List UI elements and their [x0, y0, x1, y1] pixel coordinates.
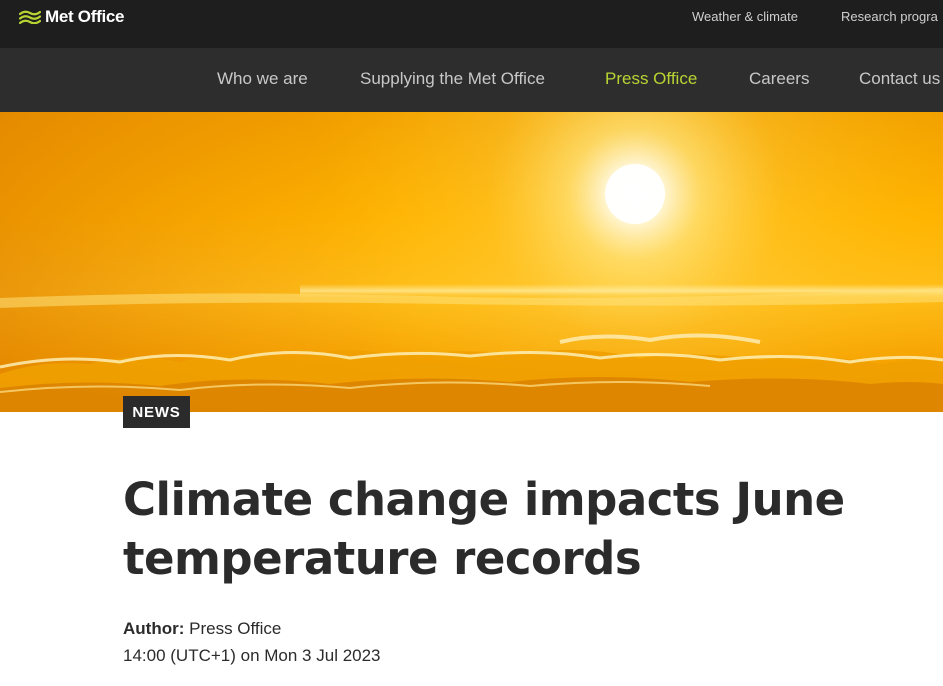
- main-navigation: Who we are Supplying the Met Office Pres…: [0, 48, 943, 112]
- category-tag[interactable]: NEWS: [123, 396, 190, 428]
- met-office-logo-icon: [19, 10, 41, 24]
- brand-name: Met Office: [45, 7, 125, 26]
- author-label: Author:: [123, 619, 185, 638]
- nav-item-careers[interactable]: Careers: [749, 69, 809, 89]
- article-title: Climate change impacts June temperature …: [123, 473, 845, 585]
- nav-item-supplying[interactable]: Supplying the Met Office: [360, 69, 545, 89]
- article-author: Author: Press Office: [123, 619, 281, 639]
- utility-link-research[interactable]: Research progra: [841, 9, 938, 24]
- utility-link-weather-climate[interactable]: Weather & climate: [692, 9, 798, 24]
- article-published-date: 14:00 (UTC+1) on Mon 3 Jul 2023: [123, 646, 381, 665]
- hero-image: [0, 112, 943, 412]
- nav-item-who-we-are[interactable]: Who we are: [217, 69, 308, 89]
- top-utility-bar: Met Office Weather & climate Research pr…: [0, 0, 943, 48]
- nav-item-contact[interactable]: Contact us: [859, 69, 940, 89]
- met-office-logo[interactable]: Met Office: [19, 6, 124, 28]
- author-name: Press Office: [189, 619, 282, 638]
- sun-above-clouds-image: [0, 112, 943, 412]
- nav-item-press-office[interactable]: Press Office: [605, 69, 697, 89]
